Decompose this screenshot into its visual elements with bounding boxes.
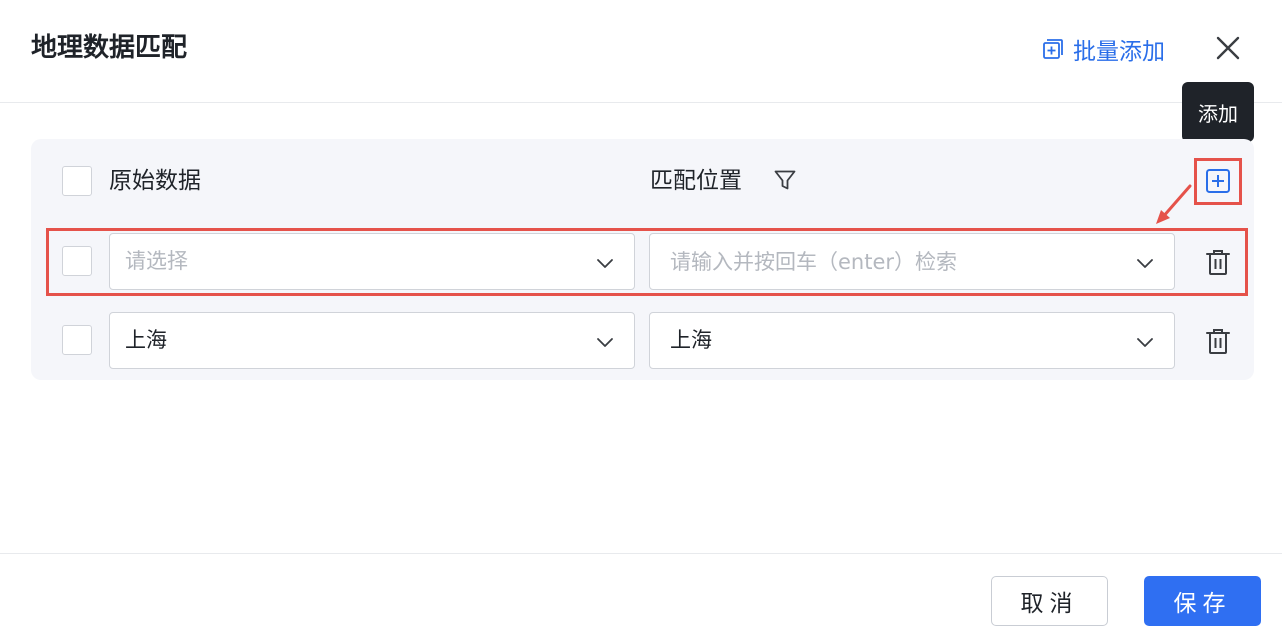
original-data-select[interactable]: 上海 — [109, 312, 635, 369]
close-icon[interactable] — [1213, 33, 1243, 63]
add-highlight-box — [1194, 158, 1242, 205]
annotation-arrow-icon — [1156, 184, 1192, 224]
batch-add-label: 批量添加 — [1073, 39, 1165, 65]
match-location-value: 上海 — [670, 328, 712, 352]
copy-add-icon — [1043, 39, 1063, 59]
chevron-down-icon — [597, 338, 613, 347]
column-header-match: 匹配位置 — [650, 168, 742, 194]
dialog-header: 地理数据匹配 批量添加 — [0, 0, 1282, 103]
delete-row-icon[interactable] — [1205, 327, 1231, 355]
row-checkbox[interactable] — [62, 325, 92, 355]
column-header-original: 原始数据 — [109, 168, 201, 194]
batch-add-button[interactable]: 批量添加 — [1042, 32, 1165, 66]
chevron-down-icon — [1137, 338, 1153, 347]
add-tooltip: 添加 — [1182, 82, 1254, 149]
save-button[interactable]: 保存 — [1144, 576, 1261, 626]
filter-icon[interactable] — [773, 168, 797, 192]
select-value: 上海 — [125, 328, 167, 352]
tooltip-text: 添加 — [1198, 101, 1238, 126]
match-location-search[interactable]: 上海 — [649, 312, 1175, 369]
select-all-checkbox[interactable] — [62, 166, 92, 196]
new-row-highlight-box — [46, 228, 1248, 296]
cancel-button[interactable]: 取消 — [991, 576, 1108, 626]
dialog-title: 地理数据匹配 — [31, 33, 188, 63]
